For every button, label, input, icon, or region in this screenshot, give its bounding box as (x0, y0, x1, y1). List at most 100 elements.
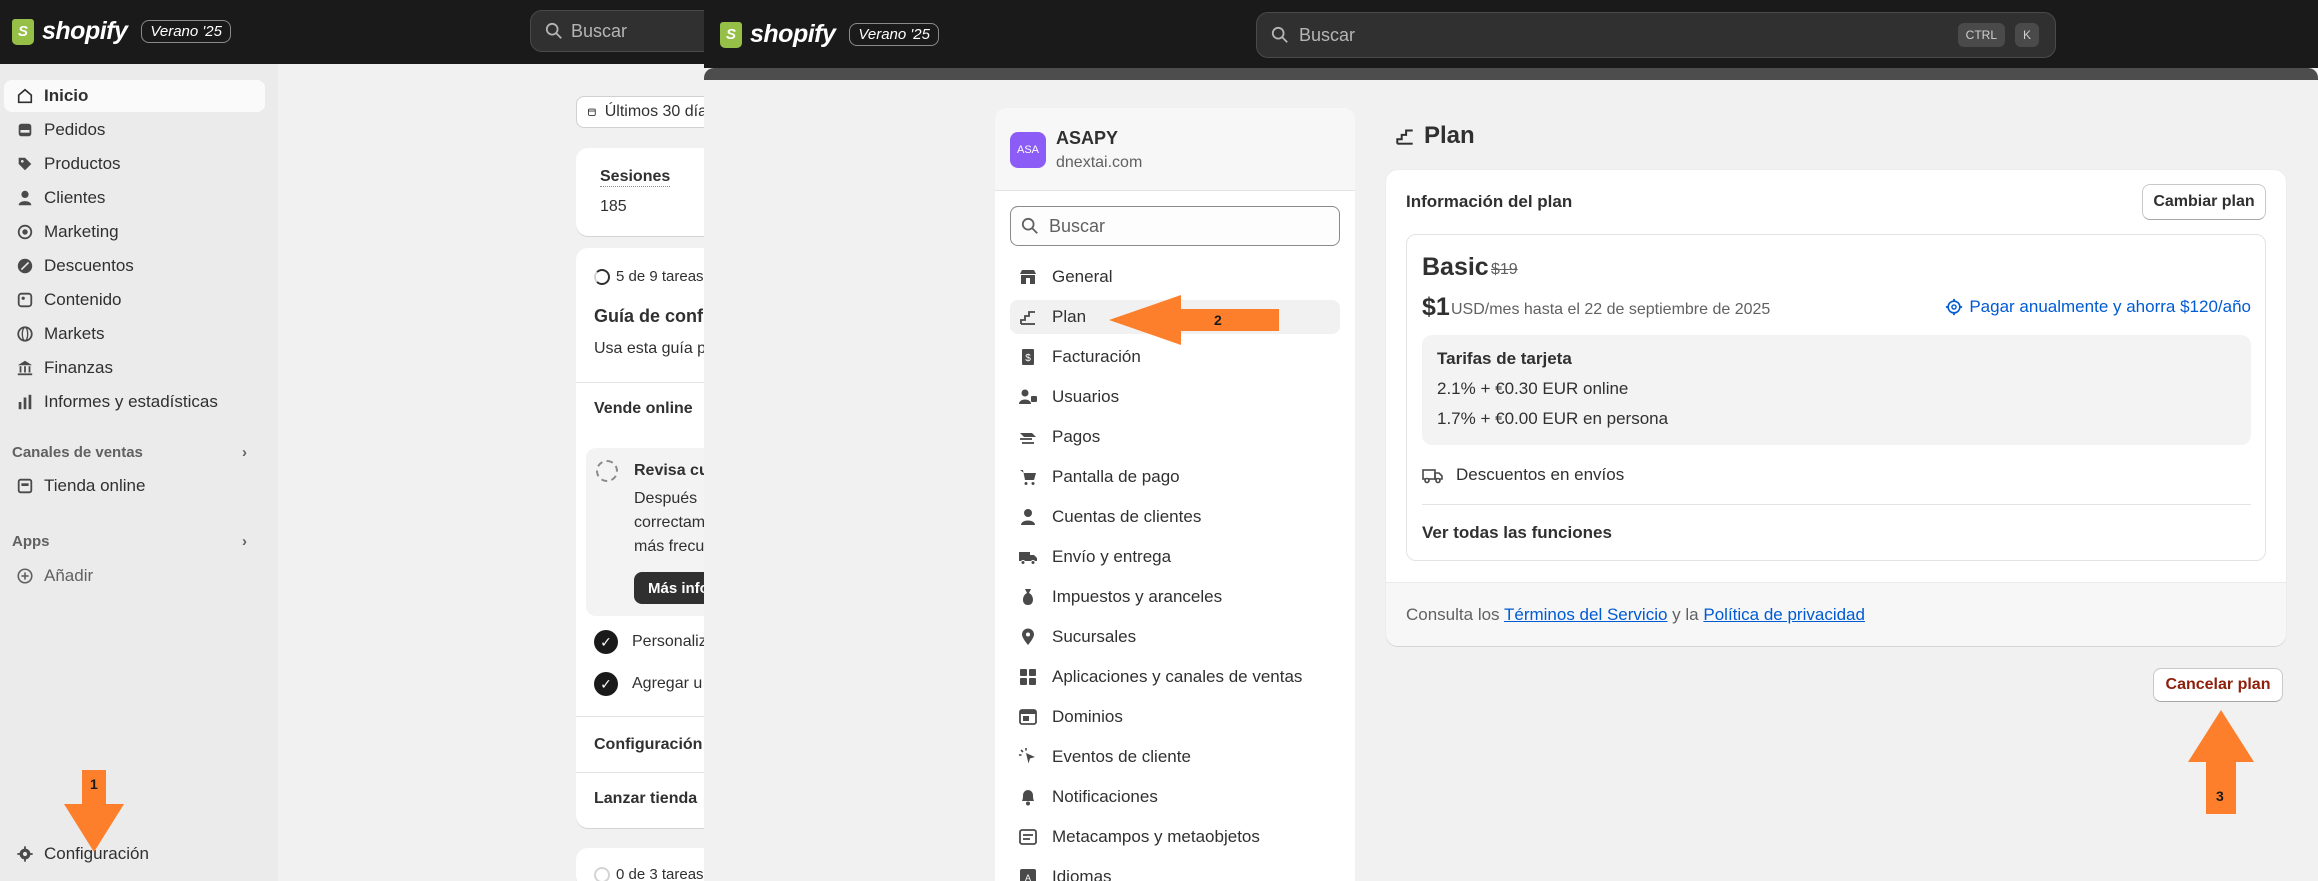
shopify-logo[interactable]: shopify Verano '25 (12, 17, 231, 46)
launch-store-section[interactable]: Lanzar tienda (594, 790, 697, 808)
settings-item-impuestos[interactable]: Impuestos y aranceles (1010, 580, 1340, 614)
settings-item-dominios[interactable]: Dominios (1010, 700, 1340, 734)
sell-online-section[interactable]: Vende online (594, 400, 693, 418)
home-icon (16, 87, 34, 105)
check-circle-icon: ✓ (594, 630, 618, 654)
settings-item-facturacion[interactable]: $ Facturación (1010, 340, 1340, 374)
sidebar-item-configuracion[interactable]: Configuración (4, 838, 265, 870)
settings-item-notificaciones[interactable]: Notificaciones (1010, 780, 1340, 814)
discount-icon (16, 257, 34, 275)
sidebar-item-inicio[interactable]: Inicio (4, 80, 265, 112)
progress-ring-icon (594, 866, 610, 881)
change-plan-button[interactable]: Cambiar plan (2142, 184, 2266, 220)
tag-icon (16, 155, 34, 173)
apps-icon (1018, 667, 1038, 687)
settings-item-envio[interactable]: Envío y entrega (1010, 540, 1340, 574)
sidebar-item-add-app[interactable]: Añadir (4, 560, 265, 592)
chevron-right-icon: › (242, 533, 247, 550)
settings-nav: ASA ASAPY dnextai.com Buscar General Pla… (995, 108, 1355, 881)
date-range-button[interactable]: Últimos 30 días (576, 96, 716, 128)
cart-icon (1018, 467, 1038, 487)
svg-text:A: A (1025, 873, 1031, 881)
progress-ring-icon (594, 268, 610, 285)
payments-icon (1018, 427, 1038, 447)
settings-item-metacampos[interactable]: Metacampos y metaobjetos (1010, 820, 1340, 854)
annotation-label-2: 2 (1214, 312, 1222, 328)
location-icon (1018, 627, 1038, 647)
settings-item-idiomas[interactable]: A Idiomas (1010, 860, 1340, 881)
task-personalize[interactable]: ✓ Personaliz (594, 630, 707, 654)
store-name: ASAPY (1056, 128, 1119, 148)
apps-header[interactable]: Apps › (12, 533, 247, 550)
sales-channels-header[interactable]: Canales de ventas › (12, 444, 247, 461)
sidebar-item-pedidos[interactable]: Pedidos (4, 114, 265, 146)
settings-item-pagos[interactable]: Pagos (1010, 420, 1340, 454)
settings-item-aplicaciones[interactable]: Aplicaciones y canales de ventas (1010, 660, 1340, 694)
settings-search-input[interactable]: Buscar (1010, 206, 1340, 246)
search-input[interactable]: Buscar (530, 10, 720, 52)
settings-item-pantalla-pago[interactable]: Pantalla de pago (1010, 460, 1340, 494)
terms-of-service-link[interactable]: Términos del Servicio (1504, 605, 1667, 624)
privacy-policy-link[interactable]: Política de privacidad (1703, 605, 1865, 624)
sidebar-item-clientes[interactable]: Clientes (4, 182, 265, 214)
review-task[interactable]: Revisa cu Después correctam más frecu Má… (586, 448, 716, 616)
annotation-arrow-left-2 (1109, 295, 1279, 345)
page-title: Plan (1394, 122, 1475, 150)
sessions-card[interactable]: Sesiones 185 (576, 148, 716, 236)
shopify-bag-icon (720, 21, 742, 48)
config-section[interactable]: Configuración (594, 736, 702, 754)
truck-icon (1422, 469, 1443, 484)
sidebar-item-tienda-online[interactable]: Tienda online (4, 470, 265, 502)
shortcut-ctrl: CTRL (1957, 23, 2005, 47)
settings-item-usuarios[interactable]: Usuarios (1010, 380, 1340, 414)
search-icon (545, 22, 562, 39)
edition-badge: Verano '25 (849, 23, 939, 46)
sidebar-item-marketing[interactable]: Marketing (4, 216, 265, 248)
terms-footer: Consulta los Términos del Servicio y la … (1386, 582, 2286, 646)
sidebar-item-descuentos[interactable]: Descuentos (4, 250, 265, 282)
setup-guide-card: 5 de 9 tareas Guía de configuración Usa … (576, 248, 716, 828)
settings-item-general[interactable]: General (1010, 260, 1340, 294)
bank-icon (16, 359, 34, 377)
edition-badge: Verano '25 (141, 20, 231, 43)
settings-item-cuentas-clientes[interactable]: Cuentas de clientes (1010, 500, 1340, 534)
storefront-icon (16, 477, 34, 495)
shopify-logo[interactable]: shopify Verano '25 (720, 20, 939, 49)
sidebar-item-informes[interactable]: Informes y estadísticas (4, 386, 265, 418)
fee-online: 2.1% + €0.30 EUR online (1437, 379, 1629, 398)
billing-icon: $ (1018, 347, 1038, 367)
sidebar-item-contenido[interactable]: Contenido (4, 284, 265, 316)
shipping-discount: Descuentos en envíos (1422, 465, 1624, 485)
domain-icon (1018, 707, 1038, 727)
chevron-right-icon: › (242, 444, 247, 461)
settings-item-eventos[interactable]: Eventos de cliente (1010, 740, 1340, 774)
settings-item-sucursales[interactable]: Sucursales (1010, 620, 1340, 654)
sidebar-item-productos[interactable]: Productos (4, 148, 265, 180)
cancel-plan-button[interactable]: Cancelar plan (2153, 668, 2283, 702)
plan-info-card: Información del plan Cambiar plan Basic … (1386, 170, 2286, 646)
all-features-link[interactable]: Ver todas las funciones (1422, 523, 1612, 543)
sidebar-item-markets[interactable]: Markets (4, 318, 265, 350)
chart-icon (16, 393, 34, 411)
sidebar-item-finanzas[interactable]: Finanzas (4, 352, 265, 384)
annual-billing-link[interactable]: Pagar anualmente y ahorra $120/año (1945, 297, 2251, 317)
card-fees-box: Tarifas de tarjeta 2.1% + €0.30 EUR onli… (1422, 335, 2251, 445)
tax-icon (1018, 587, 1038, 607)
add-circle-icon (16, 567, 34, 585)
plan-card-title: Información del plan (1406, 192, 1573, 211)
task-add[interactable]: ✓ Agregar u (594, 672, 702, 696)
second-guide-card: 0 de 3 tareas (576, 848, 716, 881)
search-input[interactable]: Buscar CTRL K (1256, 12, 2056, 58)
fee-in-person: 1.7% + €0.00 EUR en persona (1437, 409, 1669, 428)
top-bar: shopify Verano '25 Buscar (0, 0, 720, 64)
plan-details: Basic $19 $1 USD/mes hasta el 22 de sept… (1406, 234, 2266, 561)
store-icon (1018, 267, 1038, 287)
check-circle-icon: ✓ (594, 672, 618, 696)
users-icon (1018, 387, 1038, 407)
target-icon (16, 223, 34, 241)
store-header[interactable]: ASA ASAPY dnextai.com (995, 108, 1355, 191)
gear-icon (1946, 298, 1963, 316)
settings-window: shopify Verano '25 Buscar CTRL K ASA ASA… (704, 0, 2318, 881)
language-icon: A (1018, 867, 1038, 881)
window-edge (704, 68, 2318, 80)
